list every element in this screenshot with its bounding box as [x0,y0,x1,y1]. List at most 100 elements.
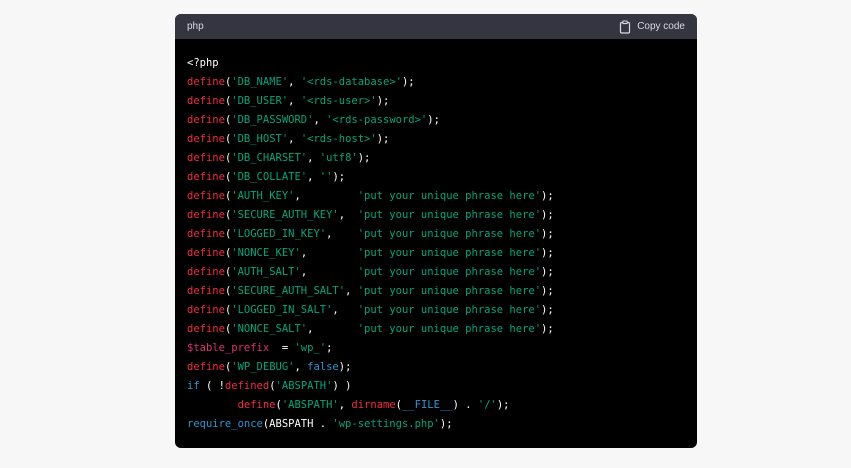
code-token: 'put your unique phrase here' [357,190,542,202]
page: php Copy code <?php define('DB_NAME', '<r… [0,0,851,468]
code-token: ); [376,133,390,145]
code-token: '<rds-user>' [300,95,377,107]
code-token: , [307,152,320,164]
code-token: 'DB_COLLATE' [231,171,308,183]
code-token: define [187,323,225,335]
code-token: define [187,190,225,202]
copy-code-button[interactable]: Copy code [619,19,685,34]
code-token: '<rds-host>' [300,133,377,145]
code-token: 'put your unique phrase here' [357,304,542,316]
code-token: define [187,209,225,221]
code-line: define('AUTH_SALT', 'put your unique phr… [187,263,689,282]
code-token: , [288,95,301,107]
code-content[interactable]: <?php define('DB_NAME', '<rds-database>')… [187,54,689,440]
code-token: 'WP_DEBUG' [231,361,295,373]
code-line: define('DB_NAME', '<rds-database>'); [187,73,689,92]
code-line: define('LOGGED_IN_SALT', 'put your uniqu… [187,301,689,320]
code-token: 'put your unique phrase here' [357,209,542,221]
code-token: ); [541,209,554,221]
code-token: 'SECURE_AUTH_SALT' [231,285,346,297]
code-line: define('DB_USER', '<rds-user>'); [187,92,689,111]
code-token: , [294,361,308,373]
code-token: ); [541,304,554,316]
code-token: (ABSPATH . [262,418,333,430]
code-line: define('LOGGED_IN_KEY', 'put your unique… [187,225,689,244]
code-token: , [313,114,327,126]
code-token: define [237,399,276,411]
code-block: php Copy code <?php define('DB_NAME', '<r… [175,14,697,448]
code-token: __FILE__ [402,399,453,411]
code-token: define [187,266,225,278]
code-token: 'DB_PASSWORD' [231,114,314,126]
code-line: define('DB_CHARSET', 'utf8'); [187,149,689,168]
code-token: 'LOGGED_IN_KEY' [231,228,327,240]
code-token: , [300,247,358,259]
code-token: 'NONCE_KEY' [231,247,301,259]
code-token: define [187,76,225,88]
code-token: define [187,228,225,240]
code-token: ) ) [332,380,352,392]
code-token: 'NONCE_SALT' [231,323,308,335]
code-line: $table_prefix = 'wp_'; [187,339,689,358]
code-line: define('DB_HOST', '<rds-host>'); [187,130,689,149]
code-token: defined [224,380,270,392]
code-token: define [187,152,225,164]
code-token: ); [439,418,453,430]
code-token: 'DB_CHARSET' [231,152,308,164]
code-token: '<rds-password>' [326,114,428,126]
code-token: , [288,133,301,145]
code-line: define('ABSPATH', dirname(__FILE__) . '/… [187,396,689,415]
code-line: define('AUTH_KEY', 'put your unique phra… [187,187,689,206]
code-line: if ( !defined('ABSPATH') ) [187,377,689,396]
code-token: , [338,209,358,221]
code-token: 'wp_' [294,342,327,354]
code-token: define [187,304,225,316]
code-token: , [294,190,358,202]
code-token: 'utf8' [319,152,358,164]
code-token: , [332,304,358,316]
code-token: ); [401,76,415,88]
code-token: 'wp-settings.php' [332,418,440,430]
code-token: ); [376,95,390,107]
code-token: , [326,228,358,240]
code-token: , [300,266,358,278]
code-token: define [187,247,225,259]
code-token: 'put your unique phrase here' [357,228,542,240]
code-token: define [187,114,225,126]
code-token: define [187,95,225,107]
code-line: define('NONCE_KEY', 'put your unique phr… [187,244,689,263]
code-token: ); [427,114,440,126]
code-token: '/' [477,399,497,411]
code-token: 'put your unique phrase here' [357,247,542,259]
code-token: ) . [452,399,478,411]
code-line: require_once(ABSPATH . 'wp-settings.php'… [187,415,689,434]
code-token: 'DB_USER' [231,95,289,107]
code-token: ); [541,323,554,335]
code-token: 'put your unique phrase here' [357,266,542,278]
code-token: , [345,285,358,297]
code-block-header: php Copy code [175,14,697,39]
code-line: define('NONCE_SALT', 'put your unique ph… [187,320,689,339]
code-line: define('DB_COLLATE', ''); [187,168,689,187]
code-token: ); [338,361,352,373]
code-token: ); [541,285,554,297]
code-token: ); [541,266,554,278]
code-token: ( ! [199,380,225,392]
code-token: false [307,361,339,373]
code-token: , [307,323,358,335]
code-token: 'put your unique phrase here' [357,323,542,335]
code-token: , [307,171,320,183]
code-token: ; [326,342,333,354]
code-token: 'AUTH_KEY' [231,190,295,202]
code-token: ); [357,152,371,164]
code-token: 'ABSPATH' [281,399,339,411]
code-token: if [187,380,200,392]
copy-code-label: Copy code [637,21,685,32]
code-token: $table_prefix [187,342,270,354]
code-token: 'DB_NAME' [231,76,289,88]
code-token: = [269,342,295,354]
code-token: '<rds-database>' [300,76,402,88]
code-line: define('SECURE_AUTH_SALT', 'put your uni… [187,282,689,301]
code-token: ); [496,399,510,411]
